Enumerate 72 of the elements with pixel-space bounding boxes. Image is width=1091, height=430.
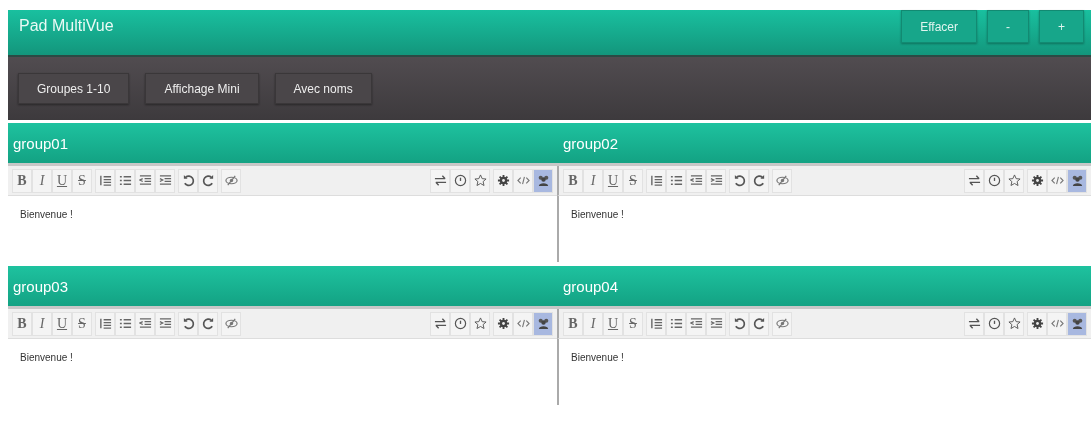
format-button[interactable]: B: [563, 311, 583, 336]
format-button[interactable]: U: [52, 311, 72, 336]
eye-slash-icon[interactable]: [772, 311, 792, 336]
format-button[interactable]: S: [623, 311, 643, 336]
settings-icon[interactable]: [1027, 311, 1047, 336]
outdent-icon[interactable]: [135, 311, 155, 336]
format-button[interactable]: I: [32, 168, 52, 193]
editor-text: Bienvenue !: [20, 352, 73, 363]
format-button[interactable]: I: [583, 311, 603, 336]
settings-icon[interactable]: [493, 311, 513, 336]
users-icon[interactable]: [1067, 168, 1087, 193]
format-button[interactable]: B: [563, 168, 583, 193]
bullet-list-icon[interactable]: [115, 311, 135, 336]
indent-icon[interactable]: [155, 311, 175, 336]
eye-slash-icon[interactable]: [221, 311, 241, 336]
ordered-list-icon[interactable]: [95, 311, 115, 336]
undo-icon[interactable]: [178, 168, 198, 193]
clock-icon[interactable]: [984, 311, 1004, 336]
format-button[interactable]: I: [32, 311, 52, 336]
bullet-list-icon[interactable]: [115, 168, 135, 193]
bullet-list-icon[interactable]: [666, 311, 686, 336]
redo-icon[interactable]: [749, 168, 769, 193]
indent-icon[interactable]: [155, 168, 175, 193]
editor-text: Bienvenue !: [571, 352, 624, 363]
eye-slash-icon[interactable]: [772, 168, 792, 193]
swap-icon[interactable]: [430, 168, 450, 193]
redo-icon[interactable]: [198, 168, 218, 193]
swap-icon[interactable]: [964, 311, 984, 336]
users-icon[interactable]: [533, 168, 553, 193]
users-icon[interactable]: [1067, 311, 1087, 336]
clock-icon[interactable]: [450, 311, 470, 336]
format-button[interactable]: B: [12, 168, 32, 193]
indent-icon[interactable]: [706, 168, 726, 193]
users-icon[interactable]: [533, 311, 553, 336]
settings-icon[interactable]: [1027, 168, 1047, 193]
group-name: group03: [13, 277, 69, 295]
outdent-icon[interactable]: [135, 168, 155, 193]
clock-icon[interactable]: [984, 168, 1004, 193]
format-button[interactable]: U: [603, 311, 623, 336]
format-button[interactable]: U: [52, 168, 72, 193]
ordered-list-icon[interactable]: [95, 168, 115, 193]
group-name: group01: [13, 134, 69, 152]
undo-icon[interactable]: [178, 311, 198, 336]
outdent-icon[interactable]: [686, 168, 706, 193]
format-button[interactable]: S: [623, 168, 643, 193]
outdent-icon[interactable]: [686, 311, 706, 336]
redo-icon[interactable]: [198, 311, 218, 336]
editor-text: Bienvenue !: [20, 209, 73, 220]
ordered-list-icon[interactable]: [646, 311, 666, 336]
settings-icon[interactable]: [493, 168, 513, 193]
editor-text: Bienvenue !: [571, 209, 624, 220]
undo-icon[interactable]: [729, 168, 749, 193]
app-title: Pad MultiVue: [19, 17, 114, 35]
format-button[interactable]: U: [603, 168, 623, 193]
nav-button[interactable]: Affichage Mini: [145, 73, 259, 104]
bullet-list-icon[interactable]: [666, 168, 686, 193]
group-name: group04: [563, 277, 619, 295]
ordered-list-icon[interactable]: [646, 168, 666, 193]
format-button[interactable]: S: [72, 168, 92, 193]
nav-button[interactable]: Groupes 1-10: [18, 73, 130, 104]
format-button[interactable]: I: [583, 168, 603, 193]
nav-button[interactable]: Avec noms: [274, 73, 372, 104]
swap-icon[interactable]: [964, 168, 984, 193]
swap-icon[interactable]: [430, 311, 450, 336]
clock-icon[interactable]: [450, 168, 470, 193]
undo-icon[interactable]: [729, 311, 749, 336]
indent-icon[interactable]: [706, 311, 726, 336]
eye-slash-icon[interactable]: [221, 168, 241, 193]
format-button[interactable]: S: [72, 311, 92, 336]
redo-icon[interactable]: [749, 311, 769, 336]
format-button[interactable]: B: [12, 311, 32, 336]
group-name: group02: [563, 134, 619, 152]
